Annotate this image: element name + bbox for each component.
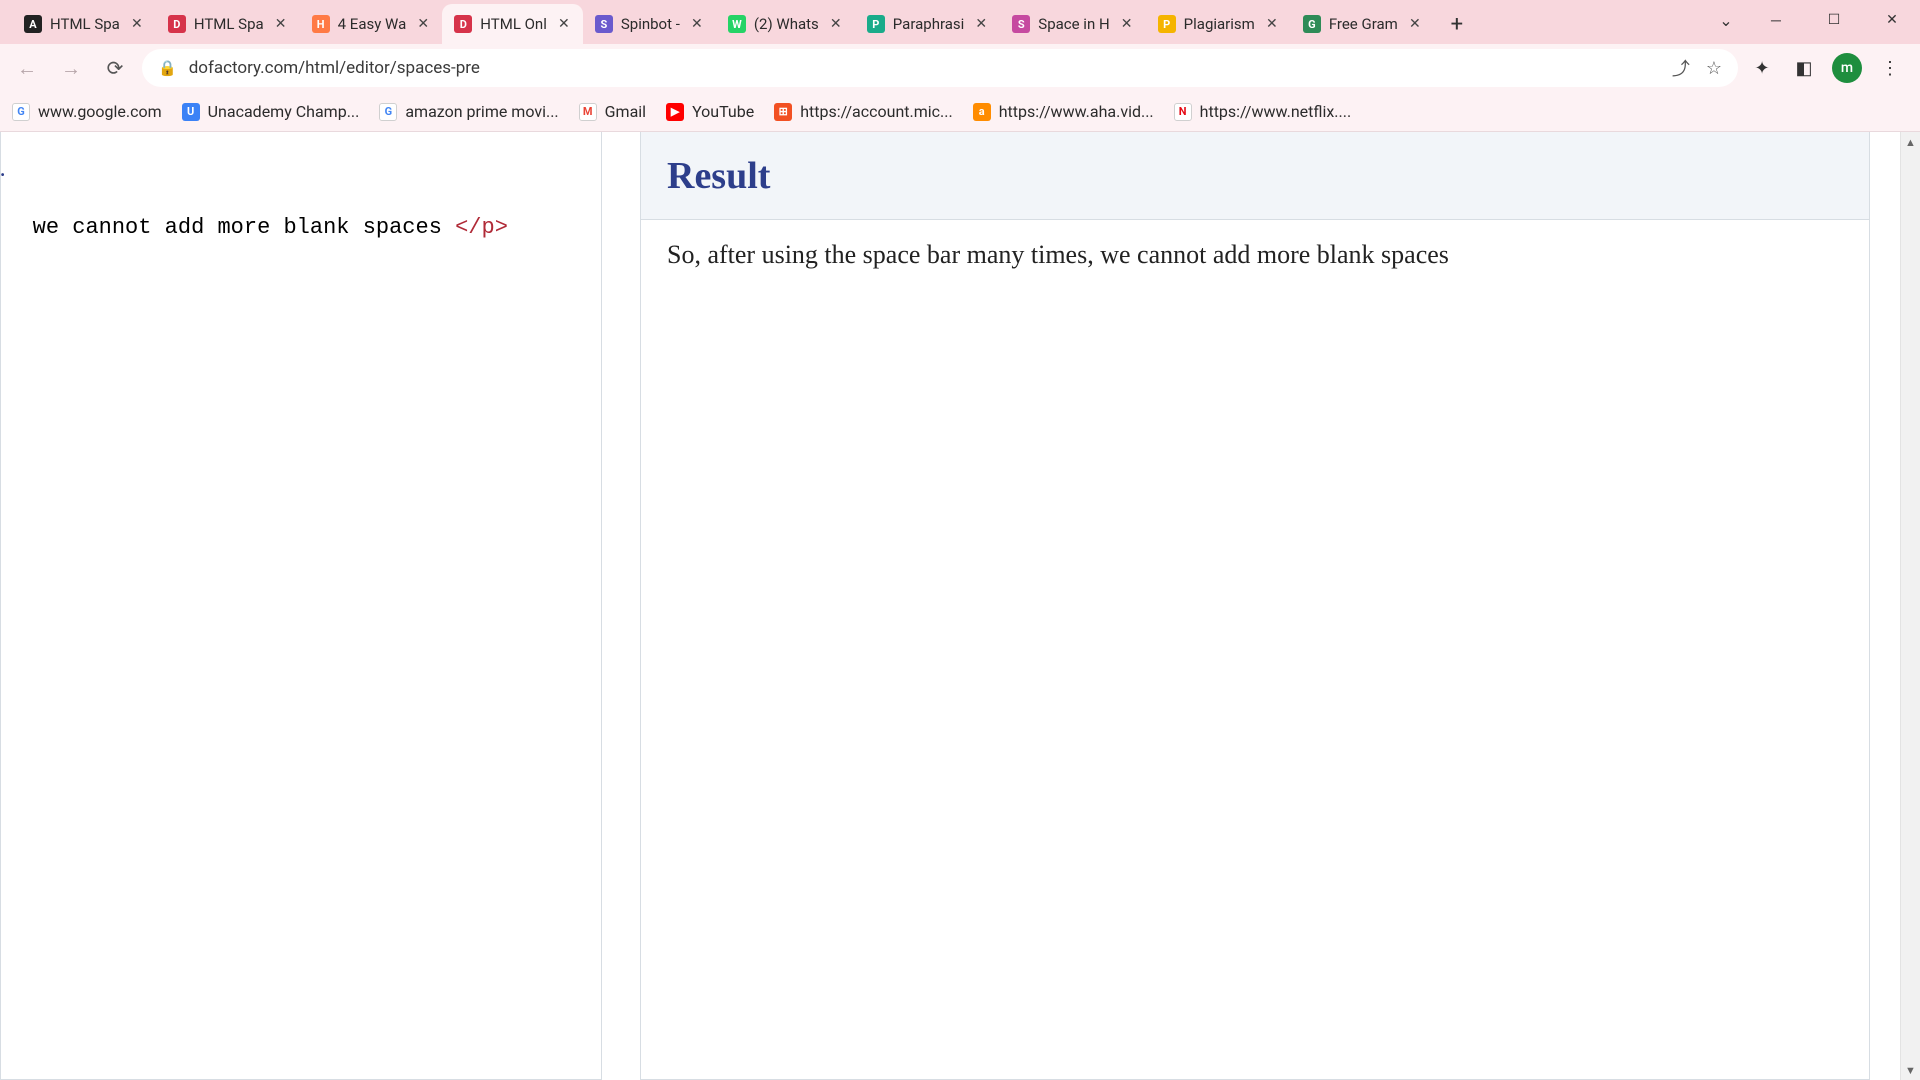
tab-label: (2) Whats [754, 15, 819, 33]
bookmark-label: https://account.mic... [800, 102, 953, 121]
tab-label: Paraphrasi [893, 15, 965, 33]
bookmark-favicon: G [379, 103, 397, 121]
bookmark-label: Unacademy Champ... [208, 102, 360, 121]
browser-tab[interactable]: P Plagiarism ✕ [1146, 4, 1291, 44]
tab-favicon: G [1303, 15, 1321, 33]
tab-favicon: D [168, 15, 186, 33]
menu-icon[interactable]: ⋮ [1876, 54, 1904, 82]
tab-favicon: S [595, 15, 613, 33]
result-title: Result [667, 154, 770, 198]
new-tab-button[interactable]: + [1440, 7, 1474, 41]
bookmark-label: https://www.aha.vid... [999, 102, 1154, 121]
bookmark-favicon: M [579, 103, 597, 121]
bookmark-item[interactable]: Gamazon prime movi... [379, 102, 558, 121]
browser-tab[interactable]: A HTML Spa ✕ [12, 4, 156, 44]
bookmark-favicon: ▶ [666, 103, 684, 121]
extensions-icon[interactable]: ✦ [1748, 54, 1776, 82]
code-line: xxxxxxxxxxx, we cannot add more blank sp… [0, 210, 508, 245]
browser-tab[interactable]: D HTML Spa ✕ [156, 4, 300, 44]
back-button[interactable]: ← [10, 51, 44, 85]
bookmark-item[interactable]: ▶ YouTube [666, 102, 754, 121]
tab-close-icon[interactable]: ✕ [414, 15, 432, 33]
tab-close-icon[interactable]: ✕ [555, 15, 573, 33]
url-text: dofactory.com/html/editor/spaces-pre [189, 58, 480, 78]
tab-strip: A HTML Spa ✕ D HTML Spa ✕ H 4 Easy Wa ✕ D HTML Onl… [0, 0, 1920, 44]
bookmarks-bar: Gwww.google.com U Unacademy Champ... Gamazo… [0, 92, 1920, 132]
tab-label: Plagiarism [1184, 15, 1255, 33]
bookmark-item[interactable]: a https://www.aha.vid... [973, 102, 1154, 121]
tab-close-icon[interactable]: ✕ [128, 15, 146, 33]
result-header: Result [641, 132, 1869, 220]
bookmark-star-icon[interactable]: ☆ [1706, 58, 1722, 79]
browser-tab[interactable]: P Paraphrasi ✕ [855, 4, 1001, 44]
bookmark-label: https://www.netflix.... [1200, 102, 1352, 121]
tab-label: HTML Spa [194, 15, 264, 33]
bookmark-favicon: G [12, 103, 30, 121]
browser-tab[interactable]: S Spinbot - ✕ [583, 4, 716, 44]
close-window-button[interactable]: ✕ [1864, 0, 1920, 40]
tab-close-icon[interactable]: ✕ [827, 15, 845, 33]
bookmark-favicon: N [1174, 103, 1192, 121]
browser-tab[interactable]: D HTML Onl ✕ [442, 4, 583, 44]
bookmark-label: amazon prime movi... [405, 102, 558, 121]
tab-favicon: S [1012, 15, 1030, 33]
code-editor-pane[interactable]: xxxxxxxxxxnt. xxxxxxxxxxx, we cannot add… [0, 132, 602, 1080]
tab-label: HTML Spa [50, 15, 120, 33]
tab-close-icon[interactable]: ✕ [972, 15, 990, 33]
result-output: So, after using the space bar many times… [641, 220, 1869, 290]
reload-button[interactable]: ⟳ [98, 51, 132, 85]
bookmark-label: www.google.com [38, 102, 162, 121]
bookmark-favicon: a [973, 103, 991, 121]
scroll-down-arrow[interactable]: ▼ [1901, 1060, 1920, 1080]
tab-label: Free Gram [1329, 15, 1398, 33]
browser-tab[interactable]: H 4 Easy Wa ✕ [300, 4, 443, 44]
minimize-button[interactable]: ─ [1748, 0, 1804, 40]
tab-favicon: D [454, 15, 472, 33]
code-line: xxxxxxxxxxnt. [0, 150, 508, 188]
address-bar[interactable]: 🔒 dofactory.com/html/editor/spaces-pre ⤴… [142, 49, 1738, 87]
tab-label: Space in H [1038, 15, 1109, 33]
tab-favicon: H [312, 15, 330, 33]
page-content: xxxxxxxxxxnt. xxxxxxxxxxx, we cannot add… [0, 132, 1920, 1080]
tab-label: Spinbot - [621, 15, 680, 33]
tab-close-icon[interactable]: ✕ [688, 15, 706, 33]
bookmark-label: Gmail [605, 102, 646, 121]
browser-tab[interactable]: G Free Gram ✕ [1291, 4, 1434, 44]
tab-favicon: P [867, 15, 885, 33]
browser-tab[interactable]: S Space in H ✕ [1000, 4, 1145, 44]
tab-label: HTML Onl [480, 15, 547, 33]
forward-button[interactable]: → [54, 51, 88, 85]
tab-close-icon[interactable]: ✕ [272, 15, 290, 33]
browser-tab[interactable]: W (2) Whats ✕ [716, 4, 855, 44]
tab-close-icon[interactable]: ✕ [1406, 15, 1424, 33]
tab-close-icon[interactable]: ✕ [1118, 15, 1136, 33]
bookmark-favicon: ⊞ [774, 103, 792, 121]
bookmark-item[interactable]: U Unacademy Champ... [182, 102, 360, 121]
window-controls: ⌄ ─ ☐ ✕ [1706, 0, 1920, 40]
bookmark-item[interactable]: M Gmail [579, 102, 646, 121]
bookmark-item[interactable]: Nhttps://www.netflix.... [1174, 102, 1352, 121]
tab-favicon: W [728, 15, 746, 33]
result-pane: Result So, after using the space bar man… [640, 132, 1870, 1080]
bookmark-item[interactable]: ⊞ https://account.mic... [774, 102, 953, 121]
tab-favicon: P [1158, 15, 1176, 33]
toolbar: ← → ⟳ 🔒 dofactory.com/html/editor/spaces… [0, 44, 1920, 92]
profile-avatar[interactable]: m [1832, 53, 1862, 83]
tab-search-button[interactable]: ⌄ [1706, 0, 1746, 40]
sidepanel-icon[interactable]: ◧ [1790, 54, 1818, 82]
bookmark-item[interactable]: Gwww.google.com [12, 102, 162, 121]
scroll-up-arrow[interactable]: ▲ [1901, 132, 1920, 152]
share-icon[interactable]: ⤴ [1672, 55, 1690, 81]
bookmark-favicon: U [182, 103, 200, 121]
bookmark-label: YouTube [692, 102, 754, 121]
tab-favicon: A [24, 15, 42, 33]
lock-icon: 🔒 [158, 59, 177, 77]
tab-close-icon[interactable]: ✕ [1263, 15, 1281, 33]
vertical-scrollbar[interactable]: ▲ ▼ [1900, 132, 1920, 1080]
tab-label: 4 Easy Wa [338, 15, 407, 33]
maximize-button[interactable]: ☐ [1806, 0, 1862, 40]
